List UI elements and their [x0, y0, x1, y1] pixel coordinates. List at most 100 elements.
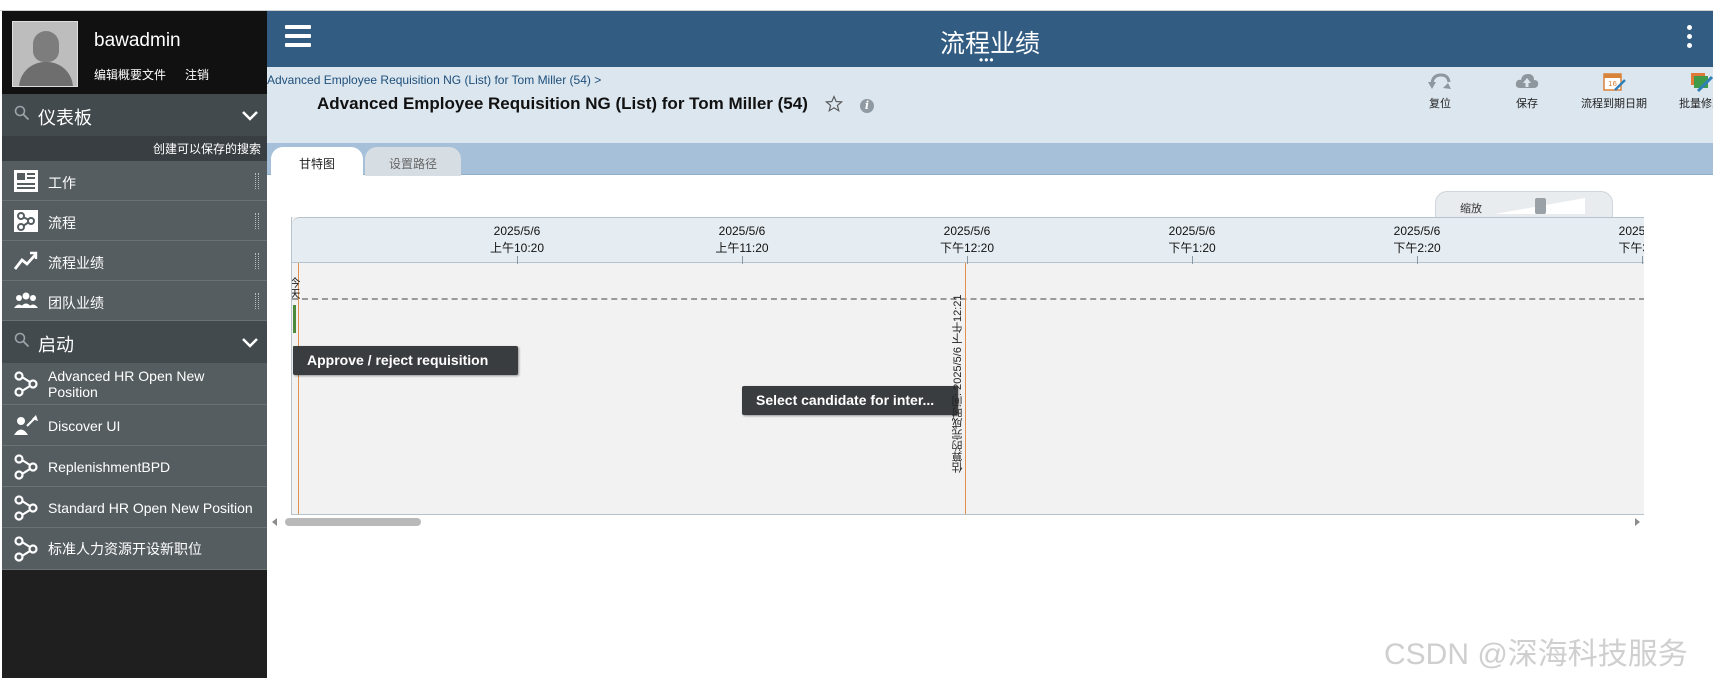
sidebar-item-process[interactable]: 流程	[2, 201, 267, 241]
zoom-label: 缩放	[1460, 203, 1482, 215]
timeline-tick-label: 2025/5/6 上午11:20	[697, 223, 787, 257]
launch-item-label: Advanced HR Open New Position	[48, 368, 205, 400]
zoom-slider-handle[interactable]	[1535, 198, 1546, 214]
chevron-down-icon[interactable]	[239, 331, 261, 353]
gantt-bar[interactable]	[293, 305, 296, 333]
today-label: 今天	[291, 277, 300, 299]
drag-handle[interactable]	[255, 213, 259, 229]
zoom-control: 缩放	[1435, 191, 1613, 218]
tick-time: 上午10:20	[489, 241, 545, 255]
gantt-chart: 2025/5/6 上午10:20 2025/5/6 上午11:20 2025/5/6 下午…	[291, 217, 1644, 515]
tab-set-path[interactable]: 设置路径	[365, 147, 461, 176]
work-icon	[14, 170, 38, 192]
task-select-candidate[interactable]: Select candidate for inter...	[742, 386, 958, 415]
tick-date: 2025/5/6	[1168, 224, 1216, 238]
launch-item-label: Standard HR Open New Position	[48, 500, 253, 516]
sidebar-item-work[interactable]: 工作	[2, 161, 267, 201]
person-pointer-icon	[14, 415, 38, 435]
launch-item-label: Discover UI	[48, 418, 121, 434]
launch-item-discover-ui[interactable]: Discover UI	[2, 405, 267, 446]
sidebar-item-label: 工作	[48, 175, 76, 191]
more-options-icon[interactable]	[1687, 25, 1693, 51]
timeline-tick-label: 2025/5/6 上午10:20	[472, 223, 562, 257]
gantt-row-divider	[292, 298, 1644, 300]
logout-link[interactable]: 注销	[185, 66, 209, 83]
title-more-dots[interactable]: •••	[979, 53, 995, 67]
gantt-timeline-header: 2025/5/6 上午10:20 2025/5/6 上午11:20 2025/5/6 下午…	[292, 217, 1644, 264]
timeline-tick-label: 2025/5/6 下午1:20	[1147, 223, 1237, 257]
tick-time: 下午1:20	[1168, 241, 1216, 255]
chevron-down-icon[interactable]	[239, 104, 261, 126]
app-root: bawadmin 编辑概要文件 注销 仪表板 创建可以保存的搜索 工作 流程 流…	[0, 0, 1713, 678]
process-flow-icon	[14, 454, 38, 480]
timeline-tick-mark	[1417, 256, 1418, 264]
watermark: CSDN @深海科技服务	[1384, 638, 1688, 671]
today-marker-line	[298, 263, 299, 514]
gantt-horizontal-scrollbar[interactable]	[270, 515, 1644, 529]
avatar[interactable]	[12, 21, 78, 87]
team-icon	[14, 292, 38, 308]
edit-profile-link[interactable]: 编辑概要文件	[94, 66, 166, 83]
launch-item-label: 标准人力资源开设新职位	[48, 541, 202, 557]
launch-item-standard-hr-cn[interactable]: 标准人力资源开设新职位	[2, 528, 267, 570]
process-due-date-button[interactable]: 16 流程到期日期	[1574, 71, 1654, 111]
launch-section-header[interactable]: 启动	[2, 321, 267, 363]
launch-item-label: ReplenishmentBPD	[48, 459, 171, 475]
bulk-edit-icon	[1691, 73, 1713, 93]
breadcrumb[interactable]: Advanced Employee Requisition NG (List) …	[267, 73, 601, 87]
launch-title: 启动	[38, 335, 74, 355]
scroll-right-arrow-icon[interactable]	[1635, 518, 1640, 526]
sidebar-item-label: 流程业绩	[48, 255, 104, 271]
sidebar-item-team-performance[interactable]: 团队业绩	[2, 281, 267, 321]
scrollbar-thumb[interactable]	[285, 518, 421, 526]
task-approve-reject-requisition[interactable]: Approve / reject requisition	[293, 346, 518, 375]
drag-handle[interactable]	[255, 253, 259, 269]
reset-button[interactable]: 复位	[1400, 71, 1480, 111]
timeline-tick-mark	[1192, 256, 1193, 264]
create-saved-search-link[interactable]: 创建可以保存的搜索	[2, 136, 267, 161]
scroll-left-arrow-icon[interactable]	[272, 518, 277, 526]
save-cloud-icon	[1515, 74, 1539, 88]
drag-handle[interactable]	[255, 293, 259, 309]
sidebar-item-label: 流程	[48, 215, 76, 231]
save-label: 保存	[1516, 98, 1538, 110]
tab-gantt-chart[interactable]: 甘特图	[271, 147, 363, 176]
sidebar-item-label: 团队业绩	[48, 295, 104, 311]
tick-time: 上午11:20	[715, 241, 769, 255]
timeline-tick-mark	[517, 256, 518, 264]
bulk-edit-label: 批量修改	[1679, 98, 1713, 110]
due-date-calendar-icon: 16	[1603, 73, 1626, 91]
timeline-tick-mark	[742, 256, 743, 264]
search-icon	[14, 332, 30, 348]
timeline-tick-label: 2025/5/6 下午3:20	[1597, 223, 1644, 257]
dashboards-title: 仪表板	[38, 108, 92, 128]
process-icon	[14, 210, 38, 232]
drag-handle[interactable]	[255, 173, 259, 189]
bulk-edit-button[interactable]: 批量修改	[1661, 71, 1713, 111]
tick-date: 2025/5/6	[718, 224, 766, 238]
search-icon	[14, 105, 30, 121]
favorite-star-icon[interactable]	[825, 95, 843, 113]
launch-item-standard-hr[interactable]: Standard HR Open New Position	[2, 487, 267, 528]
tick-date: 2025/5/6	[943, 224, 991, 238]
dashboards-section-header[interactable]: 仪表板	[2, 94, 267, 136]
info-icon[interactable]: i	[860, 99, 874, 113]
sidebar: bawadmin 编辑概要文件 注销 仪表板 创建可以保存的搜索 工作 流程 流…	[2, 11, 267, 678]
app-header: 流程业绩 •••	[267, 11, 1713, 67]
estimated-completion-label: 估算的完成时间: 2025/5/6 下午12:21	[952, 294, 964, 473]
reset-icon	[1428, 73, 1451, 89]
process-due-date-label: 流程到期日期	[1581, 98, 1647, 110]
sidebar-item-process-performance[interactable]: 流程业绩	[2, 241, 267, 281]
performance-icon	[13, 251, 38, 270]
tick-date: 2025/5/6	[1618, 224, 1644, 238]
instance-header: Advanced Employee Requisition NG (List) …	[267, 67, 1713, 143]
launch-item-advanced-hr[interactable]: Advanced HR Open New Position	[2, 363, 267, 405]
save-button[interactable]: 保存	[1487, 71, 1567, 111]
browser-top-strip	[0, 0, 1713, 11]
user-panel: bawadmin 编辑概要文件 注销	[2, 11, 267, 94]
tick-time: 下午2:20	[1393, 241, 1441, 255]
tick-date: 2025/5/6	[1393, 224, 1441, 238]
launch-item-replenishment[interactable]: ReplenishmentBPD	[2, 446, 267, 487]
timeline-tick-mark	[967, 256, 968, 264]
timeline-tick-mark	[1642, 256, 1643, 264]
